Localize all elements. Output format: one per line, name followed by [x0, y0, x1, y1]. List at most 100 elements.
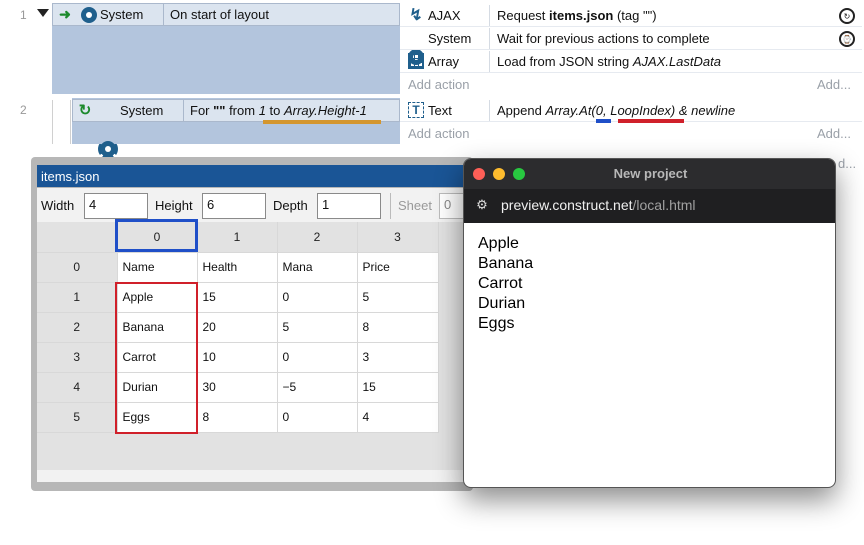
grid-cell[interactable]: Name — [117, 252, 198, 283]
grid-cell[interactable]: 30 — [197, 372, 278, 403]
table-row: 2 Banana 20 5 8 — [37, 312, 439, 343]
trigger-arrow-icon: ➜ — [59, 5, 71, 22]
action-text[interactable]: Append Array.At(0, LoopIndex) & newline — [497, 99, 735, 121]
grid-cell[interactable]: 8 — [197, 402, 278, 433]
grid-cell[interactable]: 8 — [357, 312, 439, 343]
grid-cell[interactable]: 0 — [277, 282, 358, 313]
grid-cell[interactable]: 15 — [357, 372, 439, 403]
add-action-short-link[interactable]: d... — [838, 155, 856, 171]
text-segment: Array.Height-1 — [284, 103, 367, 118]
grid-cell[interactable]: 0 — [277, 402, 358, 433]
gear-icon — [98, 139, 118, 159]
add-action-short-link[interactable]: Add... — [817, 74, 851, 94]
row-header[interactable]: 4 — [37, 372, 118, 403]
condition-text: For "" from 1 to Array.Height-1 — [190, 99, 367, 122]
table-row: 1 Apple 15 0 5 — [37, 282, 439, 313]
table-row: 0 Name Health Mana Price — [37, 252, 439, 283]
condition-object: System — [120, 103, 164, 118]
site-settings-icon[interactable]: ⚙ — [474, 197, 490, 213]
preview-window: New project ⚙ preview.construct.net/loca… — [463, 158, 836, 488]
row-header[interactable]: 1 — [37, 282, 118, 313]
url-host: preview.construct.net — [501, 197, 633, 213]
grid-cell[interactable]: 10 — [197, 342, 278, 373]
add-action-link[interactable]: Add action — [408, 74, 469, 94]
sheet-label: Sheet — [398, 198, 432, 213]
table-row: 3 Carrot 10 0 3 — [37, 342, 439, 373]
text-segment: Append — [497, 102, 546, 118]
column-header[interactable]: 2 — [277, 222, 358, 253]
preview-content: Apple Banana Carrot Durian Eggs — [478, 234, 818, 334]
array-editor-titlebar[interactable] — [37, 165, 473, 187]
depth-input[interactable]: 1 — [317, 193, 381, 219]
grid-cell[interactable]: 20 — [197, 312, 278, 343]
underline-blue — [596, 119, 611, 123]
array-editor-title: items.json — [41, 168, 100, 184]
grid-cell[interactable]: Health — [197, 252, 278, 283]
async-clock-icon: ↻ — [839, 8, 855, 24]
array-icon — [408, 53, 424, 69]
grid-cell[interactable]: 0 — [277, 342, 358, 373]
height-label: Height — [155, 198, 193, 213]
grid-cell[interactable]: 5 — [277, 312, 358, 343]
text-segment: AJAX.LastData — [632, 53, 721, 69]
column-header[interactable]: 3 — [357, 222, 439, 253]
add-action-link[interactable]: Add action — [408, 123, 469, 143]
condition-object: System — [100, 7, 144, 22]
action-text[interactable]: Load from JSON string AJAX.LastData — [497, 50, 721, 72]
text-segment: Array.At(0, LoopIndex) & newline — [545, 102, 736, 118]
grid-cell[interactable]: 3 — [357, 342, 439, 373]
depth-label: Depth — [273, 198, 308, 213]
grid-scrollbar[interactable] — [37, 470, 473, 482]
action-text[interactable]: Wait for previous actions to complete — [497, 27, 710, 49]
gear-icon — [79, 5, 99, 25]
event-number: 2 — [20, 103, 27, 117]
grid-corner — [37, 222, 118, 253]
text-segment: Load from JSON string — [497, 53, 633, 69]
event-1-condition-area — [70, 26, 400, 94]
url-path: /local.html — [632, 197, 696, 213]
array-grid-area: 0 1 2 3 0 Name Health Mana Price 1 Apple 15 0 5 2 Banan… — [37, 222, 473, 482]
preview-text-line: Durian — [478, 295, 526, 312]
column-header[interactable]: 1 — [197, 222, 278, 253]
collapse-toggle[interactable] — [37, 9, 49, 17]
preview-text-line: Apple — [478, 235, 519, 252]
row-header[interactable]: 3 — [37, 342, 118, 373]
text-segment: Request — [497, 7, 550, 23]
grid-cell[interactable]: 4 — [357, 402, 439, 433]
underline-red — [618, 119, 684, 123]
preview-text-line: Eggs — [478, 315, 515, 332]
grid-cell[interactable]: Mana — [277, 252, 358, 283]
grid-cell[interactable]: −5 — [277, 372, 358, 403]
condition-text: On start of layout — [170, 7, 269, 22]
action-object[interactable]: Text — [428, 99, 452, 121]
action-text[interactable]: Request items.json (tag "") — [497, 4, 657, 26]
add-action-short-link[interactable]: Add... — [817, 123, 851, 143]
event-tree-line — [52, 100, 53, 144]
grid-cell[interactable]: Price — [357, 252, 439, 283]
event-number: 1 — [20, 8, 27, 22]
text-segment: to — [265, 103, 284, 118]
event-sheet: 1 ➜ System On start of layout ↯ AJAX Reque… — [0, 0, 864, 171]
text-icon: T — [408, 102, 424, 118]
preview-text-line: Carrot — [478, 275, 523, 292]
action-object[interactable]: Array — [428, 50, 459, 72]
width-input[interactable]: 4 — [84, 193, 148, 219]
table-row: 4 Durian 30 −5 15 — [37, 372, 439, 403]
row-header[interactable]: 5 — [37, 402, 118, 433]
height-input[interactable]: 6 — [202, 193, 266, 219]
preview-text-line: Banana — [478, 255, 534, 272]
action-object[interactable]: AJAX — [428, 4, 461, 26]
wait-timer-icon: ⌚ — [839, 31, 855, 47]
grid-cell[interactable]: 5 — [357, 282, 439, 313]
text-segment: Wait for previous actions to complete — [497, 30, 710, 46]
row-header[interactable]: 2 — [37, 312, 118, 343]
row-header[interactable]: 0 — [37, 252, 118, 283]
text-segment: (tag "") — [613, 7, 657, 23]
preview-window-title: New project — [613, 166, 688, 181]
text-segment: For — [190, 103, 214, 118]
underline-orange — [263, 120, 381, 124]
grid-cell[interactable]: 15 — [197, 282, 278, 313]
address-url[interactable]: preview.construct.net/local.html — [501, 197, 696, 213]
array-grid: 0 1 2 3 0 Name Health Mana Price 1 Apple 15 0 5 2 Banan… — [37, 222, 439, 433]
action-object[interactable]: System — [428, 27, 471, 49]
